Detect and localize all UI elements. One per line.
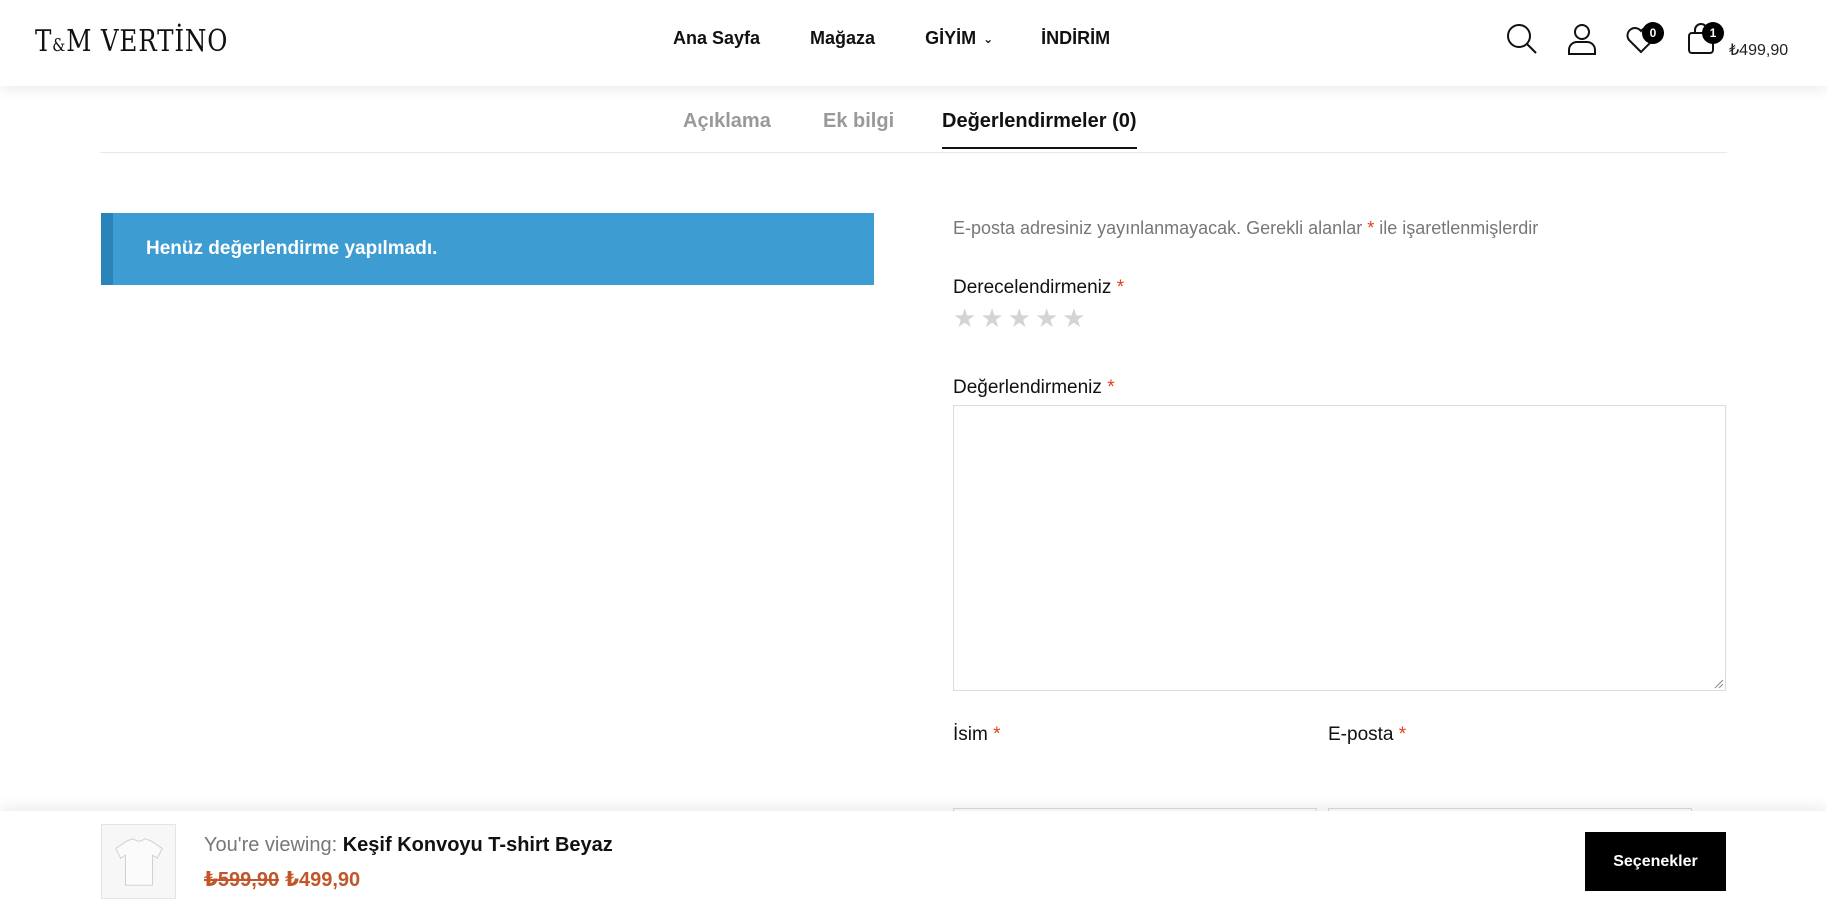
- name-label-text: İsim: [953, 724, 988, 745]
- no-reviews-notice: Henüz değerlendirme yapılmadı.: [101, 213, 874, 285]
- logo-text: M VERTİNO: [66, 24, 229, 59]
- star-4-icon[interactable]: ★: [1035, 305, 1058, 331]
- review-textarea[interactable]: [953, 405, 1726, 691]
- logo-initial: T: [35, 24, 53, 59]
- tab-reviews[interactable]: Değerlendirmeler (0): [942, 110, 1137, 149]
- site-header: T&M VERTİNO Ana Sayfa Mağaza GİYİM ⌄ İNDİ…: [0, 0, 1827, 86]
- wishlist-count-badge: 0: [1642, 22, 1664, 44]
- site-logo[interactable]: T&M VERTİNO: [35, 24, 228, 59]
- rating-label: Derecelendirmeniz *: [953, 277, 1124, 299]
- sale-price: ₺499,90: [285, 869, 361, 891]
- chevron-down-icon: ⌄: [983, 31, 994, 46]
- tab-description[interactable]: Açıklama: [683, 110, 771, 147]
- email-label-text: E-posta: [1328, 724, 1394, 745]
- required-asterisk: *: [1107, 377, 1115, 398]
- nav-item-clothing-label: GİYİM: [925, 28, 977, 48]
- email-label: E-posta *: [1328, 724, 1406, 746]
- cart-button[interactable]: 1: [1684, 22, 1724, 62]
- nav-item-home[interactable]: Ana Sayfa: [673, 28, 760, 49]
- nav-item-clothing[interactable]: GİYİM ⌄: [925, 28, 993, 49]
- user-icon[interactable]: [1565, 22, 1605, 62]
- cart-count-badge: 1: [1702, 22, 1724, 44]
- product-thumbnail: [101, 824, 176, 899]
- cart-total[interactable]: ₺499,90: [1729, 40, 1788, 60]
- review-label-text: Değerlendirmeniz: [953, 377, 1102, 398]
- required-asterisk: *: [993, 724, 1001, 745]
- name-label: İsim *: [953, 724, 1001, 746]
- star-5-icon[interactable]: ★: [1062, 305, 1085, 331]
- resize-grip-icon[interactable]: [1713, 678, 1724, 689]
- wishlist-button[interactable]: 0: [1624, 22, 1664, 62]
- tab-additional-info[interactable]: Ek bilgi: [823, 110, 894, 147]
- product-tabs: Açıklama Ek bilgi Değerlendirmeler (0): [100, 86, 1727, 153]
- required-asterisk: *: [1367, 218, 1375, 238]
- search-icon[interactable]: [1505, 22, 1545, 62]
- star-rating: ★ ★ ★ ★ ★: [953, 305, 1086, 331]
- sticky-product-bar: You're viewing: Keşif Konvoyu T-shirt Be…: [0, 811, 1827, 906]
- main-nav: Ana Sayfa Mağaza GİYİM ⌄ İNDİRİM: [673, 28, 1110, 49]
- star-2-icon[interactable]: ★: [980, 305, 1003, 331]
- viewing-text: You're viewing: Keşif Konvoyu T-shirt Be…: [204, 834, 613, 857]
- star-1-icon[interactable]: ★: [953, 305, 976, 331]
- nav-item-shop[interactable]: Mağaza: [810, 28, 875, 49]
- logo-ampersand: &: [52, 35, 67, 56]
- product-price: ₺599,90 ₺499,90: [204, 867, 360, 892]
- tshirt-image: [114, 837, 163, 886]
- review-label: Değerlendirmeniz *: [953, 377, 1115, 399]
- rating-label-text: Derecelendirmeniz: [953, 277, 1112, 298]
- options-button[interactable]: Seçenekler: [1585, 832, 1726, 891]
- nav-item-sale[interactable]: İNDİRİM: [1041, 28, 1110, 49]
- form-note-text: E-posta adresiniz yayınlanmayacak. Gerek…: [953, 218, 1363, 238]
- product-page: T&M VERTİNO Ana Sayfa Mağaza GİYİM ⌄ İNDİ…: [0, 0, 1827, 906]
- form-note: E-posta adresiniz yayınlanmayacak. Gerek…: [953, 218, 1538, 239]
- star-3-icon[interactable]: ★: [1008, 305, 1031, 331]
- required-asterisk: *: [1398, 724, 1407, 745]
- required-asterisk: *: [1116, 277, 1125, 298]
- old-price: ₺599,90: [204, 869, 280, 891]
- form-note-text-end: ile işaretlenmişlerdir: [1379, 218, 1539, 238]
- product-name: Keşif Konvoyu T-shirt Beyaz: [342, 834, 613, 856]
- viewing-prefix: You're viewing:: [204, 834, 338, 856]
